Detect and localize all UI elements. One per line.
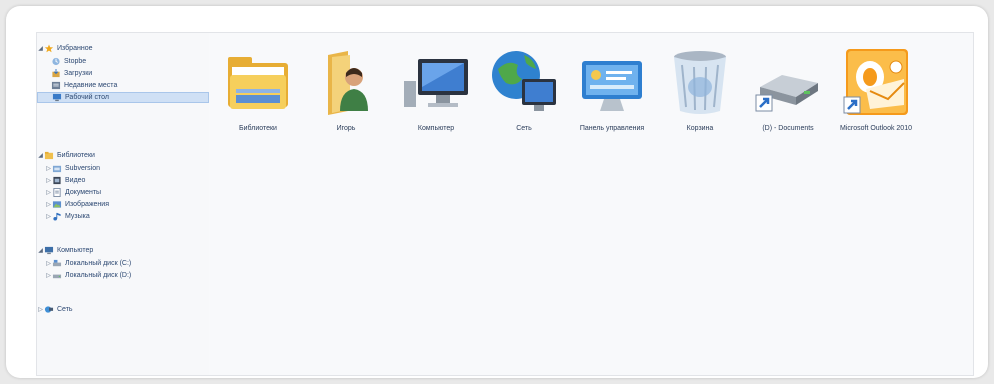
recent-places-icon	[51, 57, 61, 66]
collapse-arrow-icon[interactable]: ▷	[45, 201, 52, 208]
collapse-arrow-icon[interactable]: ▷	[45, 165, 52, 172]
nav-label: Изображения	[65, 201, 109, 208]
computer-icon	[404, 59, 468, 107]
nav-item-music[interactable]: ▷ Музыка	[37, 211, 217, 222]
nav-label: Библиотеки	[57, 152, 95, 159]
outlook-icon	[843, 49, 908, 115]
downloads-icon	[51, 69, 61, 78]
nav-item-documents[interactable]: ▷ Документы	[37, 187, 217, 198]
nav-computer[interactable]: ◢ Компьютер	[37, 245, 209, 256]
nav-label: Музыка	[65, 213, 90, 220]
desktop-icon	[52, 93, 62, 102]
nav-favorites[interactable]: ◢ Избранное	[37, 43, 209, 54]
item-label: Корзина	[686, 125, 714, 132]
nav-item-video[interactable]: ▷ Видео	[37, 175, 217, 186]
desktop-item-recycle-bin[interactable]: Корзина	[659, 47, 741, 167]
nav-label: Stopbe	[64, 58, 87, 65]
user-folder-icon	[328, 51, 368, 115]
computer-icon	[44, 246, 54, 255]
recent-icon	[51, 81, 61, 90]
libraries-icon	[228, 57, 288, 109]
item-label: Microsoft Outlook 2010	[840, 125, 912, 132]
explorer-window: ◢ Избранное Stopbe Загрузки Недавние мес…	[36, 32, 974, 376]
local-disk-icon	[52, 259, 62, 268]
drive-shortcut-icon	[755, 75, 818, 112]
desktop-item-computer[interactable]: Компьютер	[395, 47, 477, 167]
nav-label: Недавние места	[64, 82, 118, 89]
expand-arrow-icon[interactable]: ◢	[37, 247, 44, 254]
network-icon	[44, 305, 54, 314]
collapse-arrow-icon[interactable]: ▷	[45, 177, 52, 184]
nav-item-stopbe[interactable]: Stopbe	[37, 56, 223, 67]
desktop-item-control-panel[interactable]: Панель управления	[571, 47, 653, 167]
nav-label: Видео	[65, 177, 86, 184]
desktop-item-user-folder[interactable]: Игорь	[305, 47, 387, 167]
collapse-arrow-icon[interactable]: ▷	[45, 272, 52, 279]
item-label: (D) - Documents	[762, 125, 814, 132]
network-globe-icon	[492, 51, 556, 111]
collapse-arrow-icon[interactable]: ▷	[45, 260, 52, 267]
nav-label: Сеть	[57, 306, 73, 313]
desktop-item-drive-shortcut[interactable]: (D) - Documents	[747, 47, 829, 167]
expand-arrow-icon[interactable]: ◢	[37, 152, 44, 159]
control-panel-icon	[582, 61, 642, 111]
nav-item-pictures[interactable]: ▷ Изображения	[37, 199, 217, 210]
nav-label: Документы	[65, 189, 102, 196]
item-label: Библиотеки	[239, 125, 277, 132]
nav-item-recent[interactable]: Недавние места	[37, 80, 223, 91]
screenshot-card: ◢ Избранное Stopbe Загрузки Недавние мес…	[6, 6, 988, 378]
subversion-icon	[52, 164, 62, 173]
nav-item-desktop[interactable]: Рабочий стол	[37, 92, 209, 103]
desktop-item-outlook[interactable]: Microsoft Outlook 2010	[835, 47, 917, 167]
desktop-content: Библиотеки Игорь Компьютер Сеть Панель у…	[209, 33, 973, 375]
nav-label: Избранное	[57, 45, 93, 52]
collapse-arrow-icon[interactable]: ▷	[37, 306, 44, 313]
nav-label: Загрузки	[64, 70, 93, 77]
pictures-icon	[52, 200, 62, 209]
collapse-arrow-icon[interactable]: ▷	[45, 213, 52, 220]
expand-arrow-icon[interactable]: ◢	[37, 45, 44, 52]
item-label: Компьютер	[417, 125, 455, 132]
libraries-icon	[44, 151, 54, 160]
desktop-item-libraries[interactable]: Библиотеки	[217, 47, 299, 167]
nav-item-downloads[interactable]: Загрузки	[37, 68, 223, 79]
collapse-arrow-icon[interactable]: ▷	[45, 189, 52, 196]
nav-item-disk-d[interactable]: ▷ Локальный диск (D:)	[37, 270, 217, 281]
nav-label: Рабочий стол	[65, 94, 109, 101]
local-disk-icon	[52, 271, 62, 280]
navigation-pane: ◢ Избранное Stopbe Загрузки Недавние мес…	[37, 33, 210, 375]
item-label: Сеть	[516, 125, 532, 132]
nav-item-disk-c[interactable]: ▷ Локальный диск (C:)	[37, 258, 217, 269]
documents-icon	[52, 188, 62, 197]
nav-label: Subversion	[65, 165, 101, 172]
item-label: Панель управления	[579, 125, 645, 132]
video-icon	[52, 176, 62, 185]
recycle-bin-icon	[674, 51, 726, 114]
nav-libraries[interactable]: ◢ Библиотеки	[37, 150, 209, 161]
item-label: Игорь	[336, 125, 356, 132]
star-icon	[44, 44, 54, 53]
nav-label: Компьютер	[57, 247, 94, 254]
nav-item-subversion[interactable]: ▷ Subversion	[37, 163, 217, 174]
nav-network[interactable]: ▷ Сеть	[37, 304, 209, 315]
nav-label: Локальный диск (C:)	[65, 260, 132, 267]
music-icon	[52, 212, 62, 221]
desktop-item-network[interactable]: Сеть	[483, 47, 565, 167]
nav-label: Локальный диск (D:)	[65, 272, 132, 279]
